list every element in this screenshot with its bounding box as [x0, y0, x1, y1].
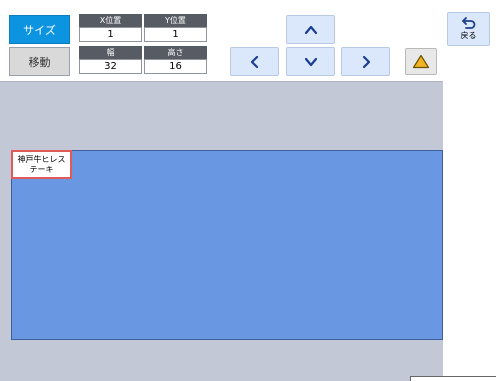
chevron-down-icon [304, 57, 317, 66]
triangle-icon [412, 54, 430, 69]
move-up-button[interactable] [286, 15, 335, 44]
toolbar: サイズ 移動 X位置 1 Y位置 1 幅 32 高さ 16 [0, 0, 496, 82]
height-field: 高さ 16 [144, 46, 207, 74]
side-panel [443, 0, 496, 381]
bottom-panel-edge [410, 376, 496, 381]
move-down-button[interactable] [286, 47, 335, 76]
move-right-button[interactable] [341, 47, 390, 76]
width-header: 幅 [79, 46, 142, 59]
x-position-value[interactable]: 1 [79, 27, 142, 42]
menu-item-name-line2: テーキ [29, 164, 54, 174]
back-button[interactable]: 戻る [447, 12, 490, 46]
height-value[interactable]: 16 [144, 59, 207, 74]
move-mode-button[interactable]: 移動 [9, 47, 70, 76]
size-mode-button[interactable]: サイズ [9, 15, 70, 44]
back-label: 戻る [460, 31, 477, 40]
menu-item-tag[interactable]: 神戸牛ヒレス テーキ [11, 150, 72, 179]
height-header: 高さ [144, 46, 207, 59]
layout-block[interactable] [11, 150, 443, 340]
x-position-field: X位置 1 [79, 14, 142, 42]
width-value[interactable]: 32 [79, 59, 142, 74]
menu-item-name-line1: 神戸牛ヒレス [17, 154, 66, 164]
return-arrow-icon [461, 17, 475, 29]
move-left-button[interactable] [230, 47, 279, 76]
y-position-value[interactable]: 1 [144, 27, 207, 42]
y-position-field: Y位置 1 [144, 14, 207, 42]
y-position-header: Y位置 [144, 14, 207, 27]
width-field: 幅 32 [79, 46, 142, 74]
x-position-header: X位置 [79, 14, 142, 27]
chevron-up-icon [304, 25, 317, 34]
chevron-right-icon [362, 55, 370, 68]
chevron-left-icon [250, 55, 258, 68]
warning-button[interactable] [405, 48, 437, 75]
